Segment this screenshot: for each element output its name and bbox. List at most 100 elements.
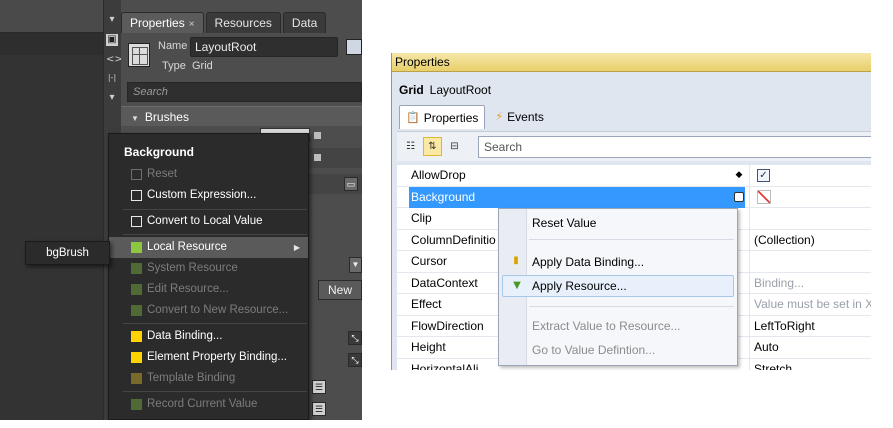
align-icon[interactable]: ☰ xyxy=(312,380,326,394)
menu-item-label: Convert to Local Value xyxy=(147,215,263,227)
code-view-icon[interactable]: <> xyxy=(106,54,123,66)
search-input[interactable]: Search xyxy=(478,136,871,158)
property-context-menu: Reset Value ▮ Apply Data Binding... ▼ Appl… xyxy=(498,208,738,366)
type-label: Type xyxy=(162,60,186,72)
databinding-icon: ▮ xyxy=(513,255,519,266)
property-value[interactable]: Stretch xyxy=(749,358,871,370)
menu-item-label: Custom Expression... xyxy=(147,189,257,201)
tab-data[interactable]: Data xyxy=(282,12,327,33)
resource-marker-icon xyxy=(131,305,142,316)
tab-properties[interactable]: 📋 Properties xyxy=(399,105,486,129)
submenu-arrow-icon: ▶ xyxy=(293,243,300,252)
sort-alphabetical-icon[interactable]: ⇅ xyxy=(423,137,442,156)
binding-marker-icon xyxy=(131,373,142,384)
binding-marker-icon xyxy=(131,352,142,363)
menu-item-go-to-value-definition[interactable]: Go to Value Defintion... xyxy=(502,339,734,361)
name-field[interactable]: LayoutRoot xyxy=(190,37,338,57)
tab-label: Properties xyxy=(423,110,479,125)
tab-properties[interactable]: Properties × xyxy=(121,12,204,33)
pin-icon[interactable]: ▾ xyxy=(106,14,118,26)
new-button[interactable]: New xyxy=(318,280,362,300)
menu-item-convert-new-resource[interactable]: Convert to New Resource... xyxy=(109,300,308,321)
advanced-options-icon[interactable] xyxy=(314,154,321,161)
blend-window: ▾ ▣ <> |-| ▾ Properties × Resources Data … xyxy=(0,0,362,420)
object-name: LayoutRoot xyxy=(429,83,492,97)
menu-item-apply-data-binding[interactable]: ▮ Apply Data Binding... xyxy=(502,251,734,273)
menu-item-extract-value[interactable]: Extract Value to Resource... xyxy=(502,315,734,337)
property-value[interactable]: Auto xyxy=(749,337,871,358)
menu-item-label: Local Resource xyxy=(147,241,227,253)
menu-item-label: Go to Value Defintion... xyxy=(532,343,656,357)
menu-title: Background xyxy=(124,145,195,159)
menu-item-label: Apply Data Binding... xyxy=(532,255,645,269)
menu-item-system-resource[interactable]: System Resource xyxy=(109,258,308,279)
menu-item-record-value[interactable]: Record Current Value xyxy=(109,394,308,415)
object-tool-icon[interactable]: ▣ xyxy=(106,34,118,46)
property-value[interactable] xyxy=(749,251,871,272)
object-name-row: Name LayoutRoot Type Grid xyxy=(128,37,362,79)
vs-toolbar: ☷ ⇅ ⊟ Search xyxy=(397,131,871,161)
menu-item-data-binding[interactable]: Data Binding... xyxy=(109,326,308,347)
brushes-section-header[interactable]: ▼ Brushes xyxy=(121,106,362,126)
property-value[interactable]: Binding... xyxy=(749,272,871,294)
close-icon[interactable]: × xyxy=(189,19,195,30)
split-view-icon[interactable]: |-| xyxy=(106,72,118,84)
property-row[interactable]: AllowDrop ◆ ✓ xyxy=(397,165,871,187)
artboard-strip xyxy=(0,33,103,55)
checkbox[interactable]: ✓ xyxy=(757,169,770,182)
property-row[interactable]: Background xyxy=(397,186,871,208)
property-pages-icon[interactable]: ⊟ xyxy=(445,137,464,156)
artboard-area[interactable] xyxy=(0,0,103,420)
menu-item-template-binding[interactable]: Template Binding xyxy=(109,368,308,389)
chevron-down-icon[interactable]: ▼ xyxy=(349,257,362,273)
search-input[interactable]: Search xyxy=(127,82,362,102)
menu-separator xyxy=(529,306,734,307)
checkbox-icon xyxy=(131,216,142,227)
menu-item-local-resource[interactable]: Local Resource ▶ xyxy=(109,237,308,258)
property-value[interactable]: LeftToRight xyxy=(749,315,871,337)
align-icon[interactable]: ☰ xyxy=(312,402,326,416)
event-handler-icon[interactable] xyxy=(346,39,362,55)
menu-item-label: Template Binding xyxy=(147,372,236,384)
resource-marker-icon xyxy=(131,242,142,253)
menu-separator xyxy=(123,391,307,392)
menu-item-label: Record Current Value xyxy=(147,398,258,410)
default-value-diamond-icon[interactable]: ◆ xyxy=(734,170,744,180)
property-value[interactable] xyxy=(749,208,871,229)
menu-item-reset-value[interactable]: Reset Value xyxy=(502,212,734,234)
property-name: Background xyxy=(409,186,745,208)
menu-item-label: Convert to New Resource... xyxy=(147,304,289,316)
menu-item-label: Apply Resource... xyxy=(532,279,627,293)
scroll-down-icon[interactable]: ▾ xyxy=(106,92,118,104)
blend-tabs: Properties × Resources Data xyxy=(121,12,328,33)
property-value[interactable]: Value must be set in XA xyxy=(749,294,871,315)
menu-item-label: Element Property Binding... xyxy=(147,351,287,363)
artboard-toolbar xyxy=(0,0,103,33)
resource-marker-icon xyxy=(131,399,142,410)
expand-icon[interactable]: ⤡ xyxy=(348,353,362,367)
tab-events[interactable]: ⚡ Events xyxy=(489,105,549,129)
tab-label: Events xyxy=(507,110,544,124)
no-brush-icon xyxy=(757,189,771,204)
menu-item-edit-resource[interactable]: Edit Resource... xyxy=(109,279,308,300)
resource-icon: ▼ xyxy=(513,280,521,291)
menu-item-convert-local[interactable]: Convert to Local Value xyxy=(109,211,308,232)
menu-item-element-binding[interactable]: Element Property Binding... xyxy=(109,347,308,368)
property-marker-icon[interactable] xyxy=(734,191,744,202)
type-value: Grid xyxy=(192,60,213,72)
binding-marker-icon xyxy=(131,331,142,342)
advanced-options-icon[interactable] xyxy=(314,132,321,139)
local-resource-item-bgbrush[interactable]: bgBrush xyxy=(25,241,110,265)
menu-item-apply-resource[interactable]: ▼ Apply Resource... xyxy=(502,275,734,297)
menu-item-custom-expression[interactable]: Custom Expression... xyxy=(109,185,308,206)
checkbox-icon xyxy=(131,190,142,201)
section-label: Brushes xyxy=(144,110,189,124)
menu-separator xyxy=(123,234,307,235)
expand-icon[interactable]: ⤡ xyxy=(348,331,362,345)
menu-item-reset[interactable]: Reset xyxy=(109,164,308,185)
grid-icon xyxy=(128,43,150,67)
tab-resources[interactable]: Resources xyxy=(205,12,281,33)
gradient-brush-icon[interactable]: ▭ xyxy=(344,177,358,191)
categorized-icon[interactable]: ☷ xyxy=(401,137,420,156)
property-value[interactable]: (Collection) xyxy=(749,229,871,251)
